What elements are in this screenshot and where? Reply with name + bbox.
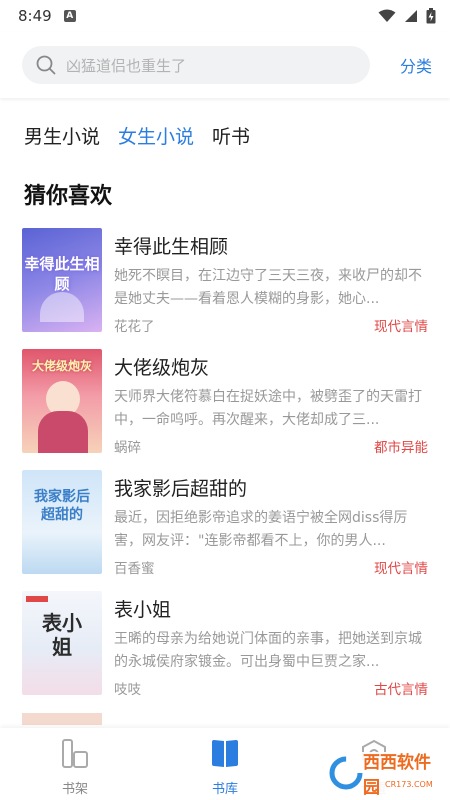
search-header: 凶猛道侣也重生了 分类 [0, 32, 450, 98]
book-item[interactable]: 幸得此生相顾 幸得此生相顾 她死不瞑目，在江边守了三天三夜，来收尸的却不是她丈夫… [0, 228, 450, 349]
book-title: 表小姐 [114, 599, 172, 621]
search-placeholder: 凶猛道侣也重生了 [66, 56, 187, 75]
cover-title: 表小姐 [42, 611, 82, 659]
watermark-logo-icon [329, 756, 363, 790]
search-input[interactable]: 凶猛道侣也重生了 [22, 46, 370, 84]
category-button[interactable]: 分类 [400, 53, 432, 77]
book-title: 我家影后超甜的 [114, 478, 248, 500]
library-icon [212, 740, 238, 767]
book-description: 最近，因拒绝影帝追求的姜语宁被全网diss得厉害，网友评："连影帝都看不上，你的… [114, 510, 408, 549]
bookshelf-icon [62, 739, 88, 768]
nav-library[interactable]: 书库 [195, 738, 255, 797]
book-genre: 都市异能 [374, 440, 428, 456]
book-cover[interactable]: 我家影后超甜的 [22, 470, 102, 574]
tab-female-novels[interactable]: 女生小说 [118, 122, 194, 149]
book-item[interactable]: 大佬级炮灰 大佬级炮灰 天师界大佬符慕白在捉妖途中，被劈歪了的天雷打中，一命呜呼… [0, 349, 450, 470]
nav-label: 书架 [61, 782, 88, 797]
category-tabs: 男生小说 女生小说 听书 [24, 122, 250, 149]
search-icon [36, 55, 56, 75]
status-time: 8:49 [18, 7, 52, 25]
watermark-subtext: CR173.COM [385, 780, 433, 789]
book-genre: 现代言情 [374, 319, 428, 335]
book-description: 天师界大佬符慕白在捉妖途中，被劈歪了的天雷打中，一命呜呼。再次醒来，大佬却成了三… [114, 389, 422, 428]
nav-bookshelf[interactable]: 书架 [45, 738, 105, 797]
book-genre: 古代言情 [374, 682, 428, 698]
book-cover-partial[interactable] [22, 713, 102, 725]
notification-icon: A [63, 10, 76, 22]
signal-icon [405, 10, 417, 22]
tab-male-novels[interactable]: 男生小说 [24, 122, 100, 149]
tab-audiobooks[interactable]: 听书 [212, 122, 250, 149]
cover-title: 大佬级炮灰 [31, 359, 92, 373]
watermark: 西西软件园 CR173.COM [325, 752, 445, 798]
book-description: 她死不瞑目，在江边守了三天三夜，来收尸的却不是她丈夫——看着恩人模糊的身影，她心… [114, 268, 422, 307]
book-cover[interactable]: 大佬级炮灰 [22, 349, 102, 453]
book-item[interactable]: 表小姐 表小姐 王晞的母亲为给她说门体面的亲事，把她送到京城的永城侯府家镀金。可… [0, 591, 450, 712]
book-list: 幸得此生相顾 幸得此生相顾 她死不瞑目，在江边守了三天三夜，来收尸的却不是她丈夫… [0, 228, 450, 712]
book-genre: 现代言情 [374, 561, 428, 577]
battery-icon [426, 8, 436, 24]
book-cover[interactable]: 表小姐 [22, 591, 102, 695]
book-title: 大佬级炮灰 [114, 357, 210, 379]
status-icons [378, 8, 436, 24]
watermark-text: 西西软件园 [363, 753, 431, 798]
wifi-icon [378, 9, 396, 22]
section-title: 猜你喜欢 [24, 184, 113, 209]
cover-title: 幸得此生相顾 [24, 255, 100, 293]
nav-label: 书库 [211, 782, 238, 797]
book-cover[interactable]: 幸得此生相顾 [22, 228, 102, 332]
book-description: 王晞的母亲为给她说门体面的亲事，把她送到京城的永城侯府家镀金。可出身蜀中巨贾之家… [114, 631, 422, 670]
book-item[interactable]: 我家影后超甜的 我家影后超甜的 最近，因拒绝影帝追求的姜语宁被全网diss得厉害… [0, 470, 450, 591]
book-title: 幸得此生相顾 [114, 236, 229, 258]
cover-title: 我家影后超甜的 [34, 489, 90, 523]
status-bar: 8:49 A [0, 0, 450, 32]
